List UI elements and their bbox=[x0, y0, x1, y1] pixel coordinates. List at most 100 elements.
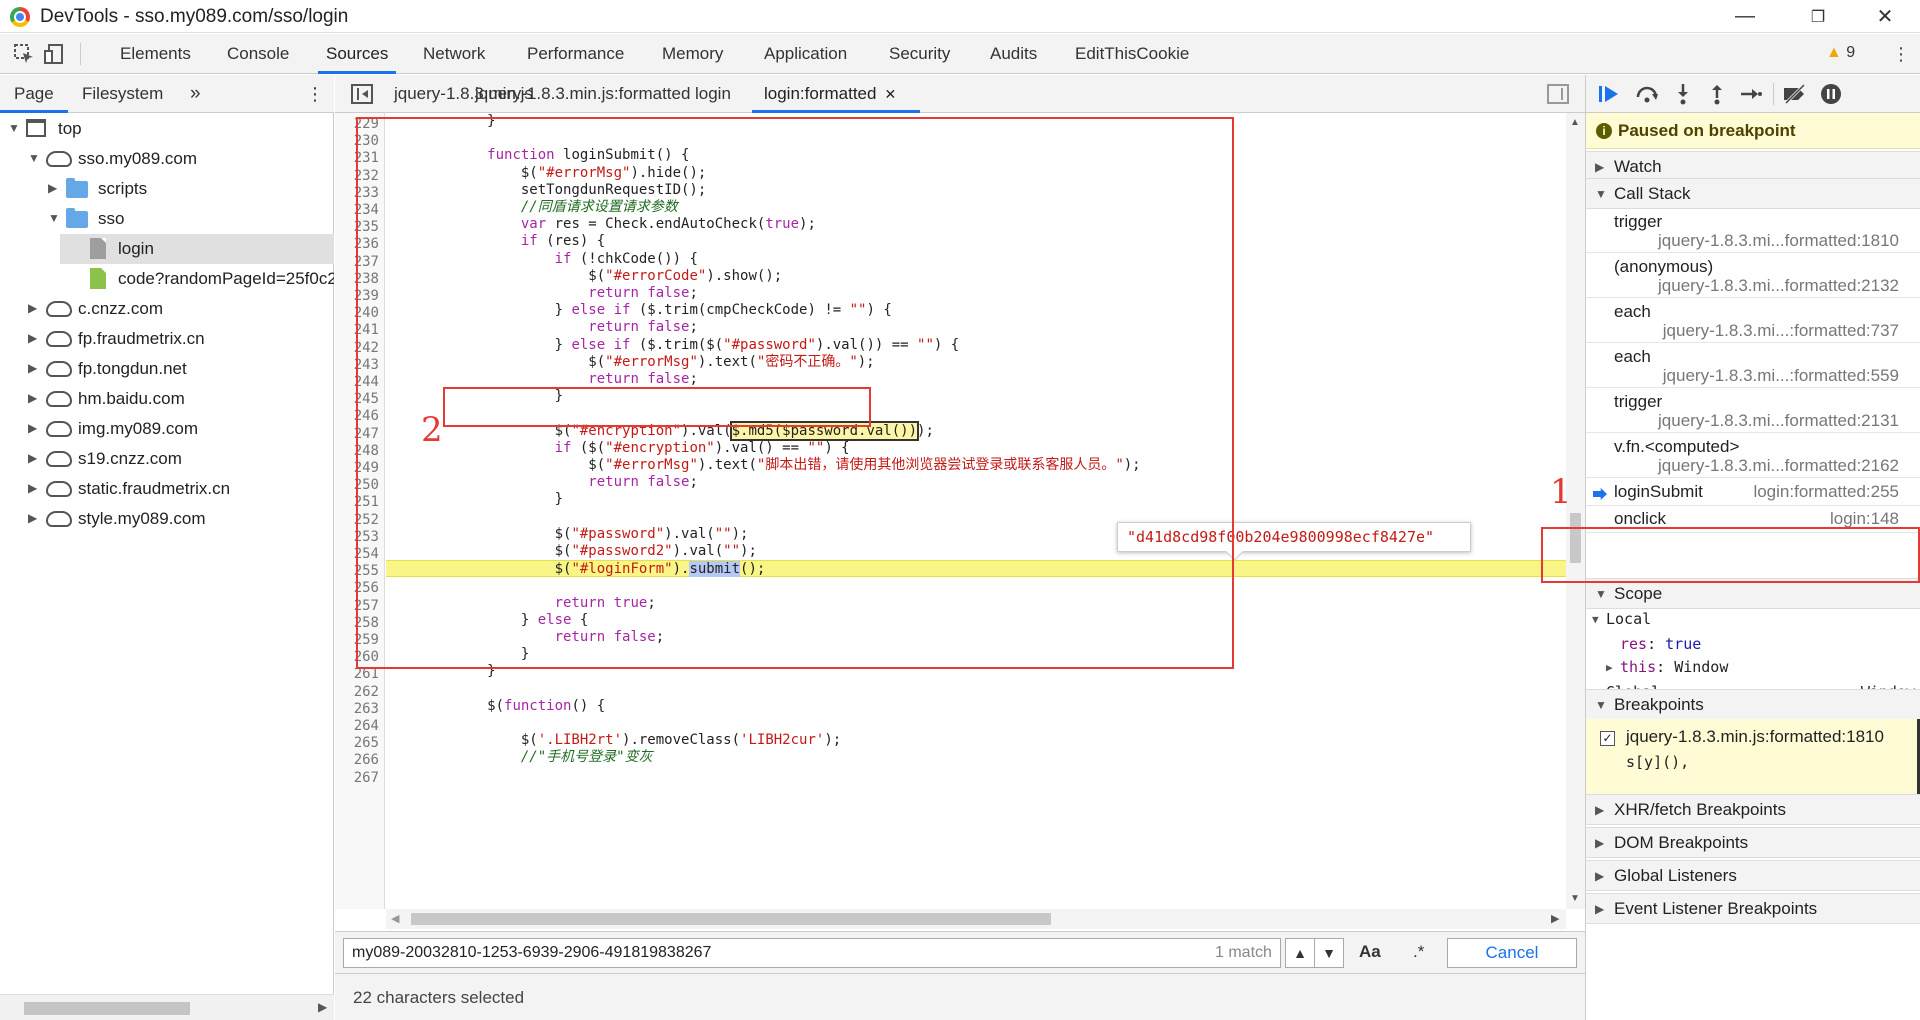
section-xhr-breakpoints[interactable]: ▶ XHR/fetch Breakpoints bbox=[1586, 794, 1920, 825]
tree-item[interactable]: ▶ fp.fraudmetrix.cn bbox=[0, 324, 334, 354]
caret-down-icon[interactable]: ▼ bbox=[8, 122, 20, 134]
scroll-right-icon[interactable]: ▶ bbox=[1551, 912, 1559, 925]
tree-item[interactable]: ▼ sso.my089.com bbox=[0, 144, 334, 174]
editor-tab[interactable]: login:formatted ✕ bbox=[751, 75, 921, 113]
previous-match-button[interactable]: ▲ bbox=[1285, 938, 1315, 968]
more-tabs-button[interactable]: » bbox=[190, 75, 201, 113]
call-frame[interactable]: onclick login:148 bbox=[1586, 506, 1920, 533]
restore-button[interactable]: ❐ bbox=[1788, 0, 1848, 33]
editor-tab[interactable]: jquery-1.8.3.min.js:formatted bbox=[475, 75, 690, 113]
section-call-stack[interactable]: ▼ Call Stack bbox=[1586, 178, 1920, 209]
section-dom-breakpoints[interactable]: ▶ DOM Breakpoints bbox=[1586, 827, 1920, 858]
code-line: } bbox=[386, 646, 530, 663]
tab-memory[interactable]: Memory bbox=[662, 34, 723, 74]
tab-editthiscookie[interactable]: EditThisCookie bbox=[1075, 34, 1189, 74]
tree-item[interactable]: login bbox=[60, 234, 334, 264]
step-out-icon[interactable] bbox=[1704, 82, 1730, 106]
editor-tab[interactable]: login bbox=[695, 75, 731, 113]
caret-right-icon[interactable]: ▶ bbox=[28, 422, 38, 434]
tab-application[interactable]: Application bbox=[764, 34, 847, 74]
tab-filesystem[interactable]: Filesystem bbox=[82, 75, 163, 113]
tab-network[interactable]: Network bbox=[423, 34, 485, 74]
step-into-icon[interactable] bbox=[1670, 82, 1696, 106]
call-frame[interactable]: each jquery-1.8.3.mi...:formatted:737 bbox=[1586, 299, 1920, 343]
tab-audits[interactable]: Audits bbox=[990, 34, 1037, 74]
cancel-search-button[interactable]: Cancel bbox=[1447, 938, 1577, 968]
navigator-menu-icon[interactable]: ⋮ bbox=[306, 75, 324, 113]
tree-item[interactable]: ▶ img.my089.com bbox=[0, 414, 334, 444]
call-frame[interactable]: each jquery-1.8.3.mi...:formatted:559 bbox=[1586, 344, 1920, 388]
tab-performance[interactable]: Performance bbox=[527, 34, 624, 74]
tree-item[interactable]: ▶ s19.cnzz.com bbox=[0, 444, 334, 474]
search-input[interactable] bbox=[343, 938, 1281, 968]
call-frame[interactable]: trigger jquery-1.8.3.mi...formatted:1810 bbox=[1586, 209, 1920, 253]
step-icon[interactable] bbox=[1738, 82, 1764, 106]
tab-page[interactable]: Page bbox=[0, 75, 68, 113]
resume-icon[interactable] bbox=[1596, 82, 1622, 106]
breakpoint-item[interactable]: ✓ jquery-1.8.3.min.js:formatted:1810 s[y… bbox=[1586, 719, 1920, 794]
tree-item[interactable]: ▼ top bbox=[0, 114, 334, 144]
line-number[interactable]: 267 bbox=[335, 768, 379, 789]
scroll-up-icon[interactable]: ▲ bbox=[1570, 117, 1580, 128]
regex-button[interactable]: .* bbox=[1413, 942, 1424, 962]
tree-item[interactable]: ▶ style.my089.com bbox=[0, 504, 334, 534]
device-toolbar-icon[interactable] bbox=[42, 42, 66, 66]
toggle-navigator-icon[interactable] bbox=[351, 84, 373, 104]
close-window-button[interactable]: ✕ bbox=[1855, 0, 1915, 33]
call-frame-current[interactable]: loginSubmit login:formatted:255 bbox=[1586, 479, 1920, 506]
tab-security[interactable]: Security bbox=[889, 34, 950, 74]
code-area[interactable]: } function loginSubmit() { $("#errorMsg"… bbox=[386, 113, 1566, 909]
line-number-gutter[interactable]: 229 230 231 232 233 234 235 236 237 238 239 240 241 2… bbox=[335, 113, 385, 909]
call-frame[interactable]: (anonymous) jquery-1.8.3.mi...formatted:2… bbox=[1586, 254, 1920, 298]
match-case-button[interactable]: Aa bbox=[1359, 942, 1381, 962]
breakpoint-checkbox[interactable]: ✓ bbox=[1600, 731, 1615, 746]
tree-item[interactable]: ▶ hm.baidu.com bbox=[0, 384, 334, 414]
tree-item[interactable]: ▶ scripts bbox=[0, 174, 334, 204]
warnings-counter[interactable]: ▲ 9 bbox=[1826, 44, 1855, 62]
scope-var-this[interactable]: ▶ this: Window bbox=[1586, 655, 1920, 680]
tree-item[interactable]: ▶ c.cnzz.com bbox=[0, 294, 334, 324]
section-global-listeners[interactable]: ▶ Global Listeners bbox=[1586, 860, 1920, 891]
caret-right-icon[interactable]: ▶ bbox=[28, 302, 38, 314]
caret-right-icon[interactable]: ▶ bbox=[28, 512, 38, 524]
scroll-left-icon[interactable]: ◀ bbox=[391, 912, 399, 925]
navigator-scrollbar[interactable]: ▶ bbox=[0, 994, 334, 1020]
scope-local[interactable]: ▼ Local bbox=[1586, 607, 1920, 632]
caret-right-icon[interactable]: ▶ bbox=[28, 452, 38, 464]
caret-right-icon[interactable]: ▶ bbox=[48, 182, 58, 194]
scrollbar-thumb[interactable] bbox=[1570, 513, 1581, 563]
section-scope[interactable]: ▼ Scope bbox=[1586, 578, 1920, 609]
tree-item[interactable]: ▼ sso bbox=[0, 204, 334, 234]
section-event-listener-breakpoints[interactable]: ▶ Event Listener Breakpoints bbox=[1586, 893, 1920, 924]
step-over-icon[interactable] bbox=[1634, 82, 1660, 106]
more-options-icon[interactable]: ⋮ bbox=[1892, 42, 1910, 66]
inspect-element-icon[interactable] bbox=[12, 42, 36, 66]
caret-right-icon[interactable]: ▶ bbox=[28, 362, 38, 374]
scroll-right-icon[interactable]: ▶ bbox=[318, 1000, 327, 1014]
caret-right-icon[interactable]: ▶ bbox=[28, 392, 38, 404]
caret-down-icon[interactable]: ▼ bbox=[48, 212, 60, 224]
section-breakpoints[interactable]: ▼ Breakpoints bbox=[1586, 689, 1920, 720]
call-frame[interactable]: v.fn.<computed> jquery-1.8.3.mi...formatt… bbox=[1586, 434, 1920, 478]
caret-right-icon[interactable]: ▶ bbox=[28, 332, 38, 344]
tab-console[interactable]: Console bbox=[227, 34, 289, 74]
pause-on-exceptions-icon[interactable] bbox=[1818, 82, 1844, 106]
tab-sources[interactable]: Sources bbox=[317, 34, 397, 74]
deactivate-breakpoints-icon[interactable] bbox=[1782, 82, 1808, 106]
minimize-button[interactable]: — bbox=[1715, 0, 1775, 33]
next-match-button[interactable]: ▼ bbox=[1314, 938, 1344, 968]
caret-down-icon[interactable]: ▼ bbox=[28, 152, 40, 164]
call-frame[interactable]: trigger jquery-1.8.3.mi...formatted:2131 bbox=[1586, 389, 1920, 433]
tree-item[interactable]: code?randomPageId=25f0c2 bbox=[0, 264, 334, 294]
close-tab-icon[interactable]: ✕ bbox=[884, 86, 896, 102]
caret-right-icon[interactable]: ▶ bbox=[28, 482, 38, 494]
scroll-down-icon[interactable]: ▼ bbox=[1570, 893, 1580, 904]
editor-horizontal-scrollbar[interactable]: ◀ ▶ bbox=[386, 909, 1566, 929]
tab-elements[interactable]: Elements bbox=[120, 34, 191, 74]
tree-item[interactable]: ▶ fp.tongdun.net bbox=[0, 354, 334, 384]
scrollbar-thumb[interactable] bbox=[411, 913, 1051, 925]
toggle-debugger-icon[interactable] bbox=[1547, 84, 1569, 104]
scope-var-res[interactable]: res: true bbox=[1586, 632, 1920, 657]
scrollbar-thumb[interactable] bbox=[24, 1002, 190, 1015]
tree-item[interactable]: ▶ static.fraudmetrix.cn bbox=[0, 474, 334, 504]
